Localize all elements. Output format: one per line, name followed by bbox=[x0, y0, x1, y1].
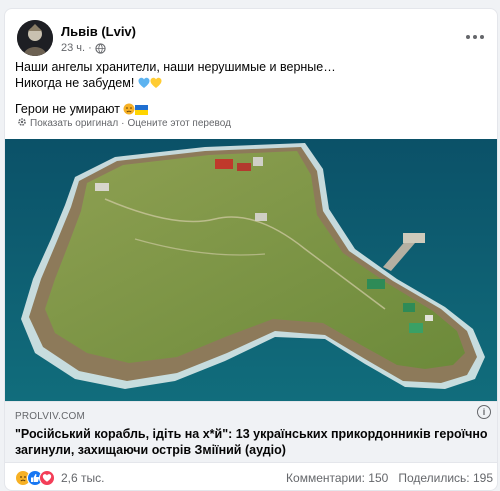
yellow-heart-icon bbox=[150, 77, 162, 93]
post-header: Львів (Lviv) 23 ч. · bbox=[15, 17, 487, 61]
post-timestamp[interactable]: 23 ч. bbox=[61, 42, 85, 54]
blue-heart-icon bbox=[138, 77, 150, 93]
reactions-summary[interactable]: 2,6 тыс. bbox=[15, 470, 104, 486]
reaction-count[interactable]: 2,6 тыс. bbox=[61, 471, 104, 485]
info-icon[interactable]: i bbox=[477, 405, 491, 419]
link-headline[interactable]: "Російський корабль, ідіть на х*й": 13 у… bbox=[15, 426, 489, 458]
love-reaction-icon bbox=[39, 470, 55, 486]
page-avatar[interactable] bbox=[17, 20, 53, 56]
post-text-line-2: Никогда не забудем! bbox=[15, 75, 487, 93]
post-text: Наши ангелы хранители, наши нерушимые и … bbox=[15, 59, 487, 119]
more-options-icon[interactable] bbox=[463, 27, 487, 47]
post-text-line-1: Наши ангелы хранители, наши нерушимые и … bbox=[15, 60, 336, 74]
show-original-link[interactable]: Показать оригинал bbox=[30, 118, 118, 129]
post-card: Львів (Lviv) 23 ч. · Наши ангелы храните… bbox=[4, 8, 498, 491]
link-preview[interactable]: PROLVIV.COM i "Російський корабль, ідіть… bbox=[5, 401, 497, 463]
post-image-snake-island[interactable] bbox=[5, 139, 497, 401]
translation-separator: · bbox=[121, 118, 125, 129]
rate-translation-link[interactable]: Оцените этот перевод bbox=[128, 118, 231, 129]
post-meta: 23 ч. · bbox=[61, 42, 106, 54]
comments-count[interactable]: Комментарии: 150 bbox=[286, 471, 388, 485]
shares-count[interactable]: Поделились: 195 bbox=[398, 471, 493, 485]
globe-icon bbox=[95, 42, 106, 54]
link-domain: PROLVIV.COM bbox=[15, 411, 85, 422]
translation-bar: Показать оригинал · Оцените этот перевод bbox=[17, 117, 231, 130]
meta-separator: · bbox=[88, 42, 92, 54]
gear-icon bbox=[17, 117, 27, 130]
engagement-stats: Комментарии: 150 Поделились: 195 bbox=[286, 471, 493, 485]
post-footer: 2,6 тыс. Комментарии: 150 Поделились: 19… bbox=[5, 463, 497, 490]
page-name-link[interactable]: Львів (Lviv) bbox=[61, 24, 136, 39]
